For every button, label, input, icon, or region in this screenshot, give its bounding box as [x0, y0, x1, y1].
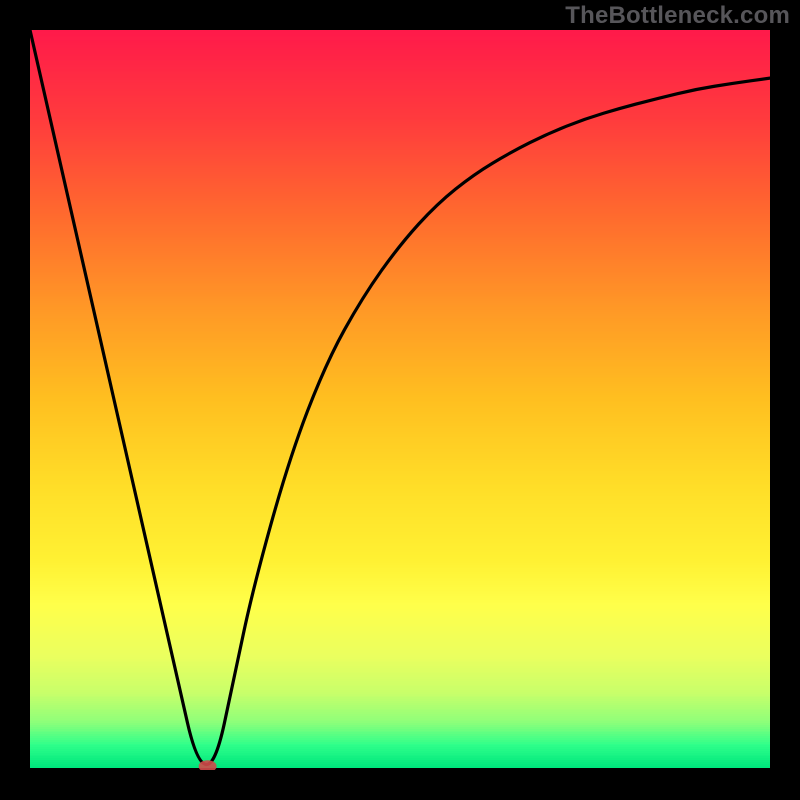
bottleneck-curve: [30, 30, 770, 770]
plot-area: [30, 30, 770, 770]
watermark-text: TheBottleneck.com: [565, 2, 790, 30]
chart-frame: TheBottleneck.com: [0, 0, 800, 800]
